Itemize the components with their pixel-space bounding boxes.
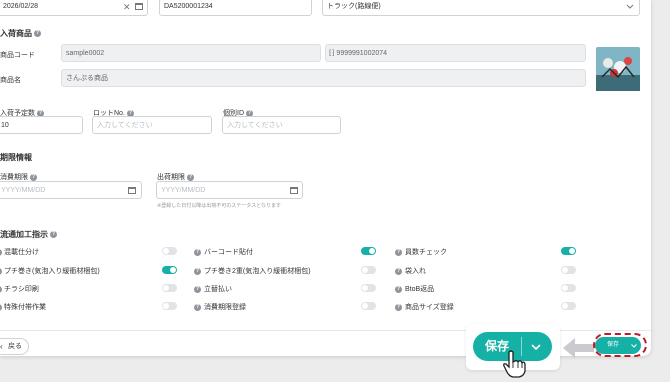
help-icon[interactable]: ? <box>50 231 57 239</box>
processing-item: ? バーコード貼付 <box>194 248 253 256</box>
toggle-bagging[interactable] <box>561 266 576 274</box>
clear-icon[interactable]: ✕ <box>123 0 131 17</box>
toggle-bubble-wrap[interactable] <box>162 266 177 274</box>
toggle-product-size[interactable] <box>561 302 576 310</box>
processing-item: ? BtoB返品 <box>395 285 435 293</box>
lot-no-field[interactable]: 入力してください <box>92 116 212 134</box>
barcode-icon: ⁅⁆ <box>329 50 335 57</box>
product-code-field: sample0002 <box>61 44 321 62</box>
product-name-value: さんぷる商品 <box>66 75 108 82</box>
help-icon[interactable]: ? <box>0 303 2 311</box>
date-value: 2026/02/28 <box>3 3 39 10</box>
highlight-ring <box>593 333 647 357</box>
toggle-double-bubble-wrap[interactable] <box>361 266 376 274</box>
planned-qty-value: 10 <box>1 122 9 129</box>
help-icon[interactable]: ? <box>0 285 2 293</box>
toggle-expiry-registration[interactable] <box>361 302 376 310</box>
planned-qty-field[interactable]: 10 <box>0 116 83 134</box>
lot-id-placeholder: 入力してください <box>227 122 283 129</box>
processing-item: ? 立替払い <box>194 285 232 293</box>
code-field[interactable]: DA5200001234 <box>159 0 312 16</box>
toggle-barcode-label[interactable] <box>361 247 376 255</box>
help-icon[interactable]: ? <box>395 248 402 256</box>
barcode-field: ⁅⁆ 9999991002074 <box>325 44 586 62</box>
help-icon[interactable]: ? <box>194 267 201 275</box>
help-icon[interactable]: ? <box>194 285 201 293</box>
back-button[interactable]: ‹ 戻る <box>0 338 29 355</box>
help-icon[interactable]: ? <box>30 173 37 181</box>
processing-item: ?混載仕分け <box>0 247 39 257</box>
lot-id-field[interactable]: 入力してください <box>222 116 341 134</box>
product-name-field: さんぷる商品 <box>61 69 586 87</box>
hand-pointer-icon <box>503 350 526 378</box>
help-icon[interactable]: ? <box>34 30 41 38</box>
toggle-flyer-print[interactable] <box>162 284 177 292</box>
processing-item: ? プチ巻き2重(気泡入り緩衝材梱包) <box>194 267 311 275</box>
processing-item: ? 員数チェック <box>395 248 447 256</box>
ship-deadline-note: ※登録した日付以降は出荷不可のステータスとなります <box>157 203 282 209</box>
toggle-btob-return[interactable] <box>561 284 576 292</box>
processing-item: ? 消費期限登録 <box>194 303 246 311</box>
help-icon[interactable]: ? <box>194 248 201 256</box>
date-field[interactable]: 2026/02/28 ✕ <box>0 0 148 16</box>
expiry-section-title: 期限情報 <box>0 153 32 162</box>
product-name-label: 商品名 <box>0 77 21 84</box>
help-icon[interactable]: ? <box>0 248 2 256</box>
processing-item: ?特殊付帯作業 <box>0 302 46 312</box>
toggle-advance-payment[interactable] <box>361 284 376 292</box>
help-icon[interactable]: ? <box>0 267 2 275</box>
processing-item: ?プチ巻き(気泡入り緩衝材梱包) <box>0 266 100 276</box>
arrow-left-icon: ‹ <box>0 342 3 351</box>
back-label: 戻る <box>8 343 22 350</box>
arrow-left-icon <box>563 338 594 358</box>
help-icon[interactable]: ? <box>395 267 402 275</box>
expiry-date-field[interactable]: YYYY/MM/DD <box>0 181 142 199</box>
chevron-down-icon <box>626 4 634 9</box>
help-icon[interactable]: ? <box>395 285 402 293</box>
code-value: DA5200001234 <box>164 3 213 10</box>
product-thumbnail <box>596 47 640 91</box>
toggle-mixed-sorting[interactable] <box>162 247 177 255</box>
toggle-count-check[interactable] <box>561 247 576 255</box>
processing-item: ? 袋入れ <box>395 267 426 275</box>
toggle-special-work[interactable] <box>162 302 177 310</box>
help-icon[interactable]: ? <box>395 303 402 311</box>
calendar-icon[interactable] <box>135 3 143 10</box>
chevron-down-icon[interactable] <box>531 344 541 350</box>
product-code-value: sample0002 <box>66 50 105 57</box>
calendar-icon[interactable] <box>290 187 298 194</box>
calendar-icon[interactable] <box>128 187 136 194</box>
ship-deadline-field[interactable]: YYYY/MM/DD <box>156 181 303 199</box>
processing-item: ? 商品サイズ登録 <box>395 303 454 311</box>
carrier-select[interactable]: トラック(路線便) <box>322 0 640 16</box>
help-icon[interactable]: ? <box>194 303 201 311</box>
lot-no-placeholder: 入力してください <box>97 122 153 129</box>
form-panel: 2026/02/28 ✕ DA5200001234 トラック(路線便) 入荷商品… <box>0 0 651 356</box>
barcode-value: 9999991002074 <box>336 50 388 57</box>
product-code-label: 商品コード <box>0 52 35 59</box>
carrier-value: トラック(路線便) <box>327 3 381 10</box>
product-section-title: 入荷商品? <box>0 29 41 38</box>
ship-deadline-placeholder: YYYY/MM/DD <box>161 187 206 194</box>
processing-item: ?チラシ印刷 <box>0 284 39 294</box>
help-icon[interactable]: ? <box>187 173 194 181</box>
processing-section-title: 流通加工指示? <box>0 230 57 239</box>
expiry-placeholder: YYYY/MM/DD <box>1 187 46 194</box>
